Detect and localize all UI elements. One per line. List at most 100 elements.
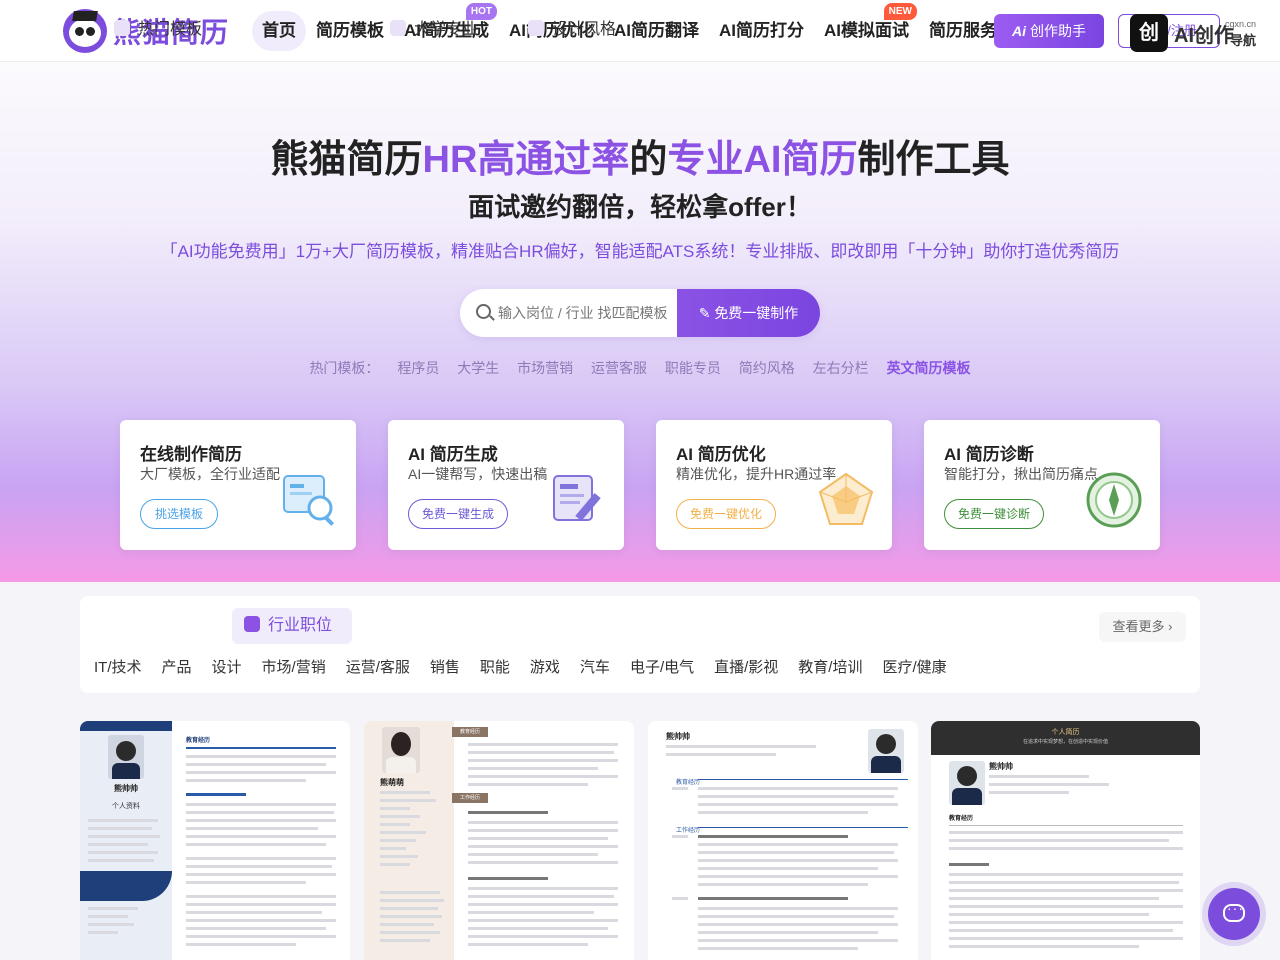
hot-tag[interactable]: 大学生 — [457, 360, 499, 376]
radar-chart-icon — [818, 472, 874, 525]
industry-item[interactable]: 直播/影视 — [714, 656, 778, 677]
chat-bubble-icon — [1223, 900, 1245, 922]
hero-title-part: 的 — [629, 139, 668, 181]
resume-template-card[interactable]: 个人简历 在追求中实现梦想，在创造中实现价值 熊帅帅 教育经历 — [931, 721, 1200, 960]
info-icon — [244, 616, 260, 632]
tab-label: 设计风格 — [552, 21, 617, 38]
hero-description: 「AI功能免费用」1万+大厂简历模板，精准贴合HR偏好，智能适配ATS系统！专业… — [160, 242, 1120, 261]
feature-card-online[interactable]: 在线制作简历 大厂模板，全行业适配 挑选模板 — [120, 420, 356, 550]
resume-section-title: 工作经历 — [676, 828, 701, 834]
industry-item[interactable]: 设计 — [212, 656, 242, 677]
industry-item[interactable]: IT/技术 — [94, 656, 142, 677]
resume-section-title: 教育经历 — [676, 780, 701, 786]
industry-item[interactable]: 电子/电气 — [630, 656, 694, 677]
industry-item[interactable]: 运营/客服 — [346, 656, 410, 677]
fire-icon — [114, 20, 130, 36]
watermark-sub: 导航 — [1229, 33, 1256, 48]
hot-tag[interactable]: 运营客服 — [591, 360, 647, 376]
free-diagnose-button[interactable]: 免费一键诊断 — [944, 499, 1044, 529]
feature-title: AI 简历生成 — [408, 445, 498, 464]
industry-item[interactable]: 产品 — [162, 656, 192, 677]
industry-item[interactable]: 市场/营销 — [262, 656, 326, 677]
ai-icon: Ai — [1012, 23, 1026, 39]
hot-tag-english[interactable]: 英文简历模板 — [887, 360, 971, 376]
hot-tag[interactable]: 市场营销 — [517, 360, 573, 376]
nav-ai-translate[interactable]: AI简历翻译 — [604, 11, 709, 51]
industry-list: IT/技术 产品 设计 市场/营销 运营/客服 销售 职能 游戏 汽车 电子/电… — [94, 656, 967, 677]
industry-item[interactable]: 销售 — [430, 656, 460, 677]
chat-support-button[interactable] — [1208, 888, 1260, 940]
hot-templates: 热门模板： 程序员 大学生 市场营销 运营客服 职能专员 简约风格 左右分栏 英… — [0, 358, 1280, 378]
search-icon — [476, 304, 491, 319]
nav-ai-score[interactable]: AI简历打分 — [709, 11, 814, 51]
hero-title-part: 制作工具 — [857, 139, 1010, 181]
resume-section-title: 教育经历 — [949, 816, 974, 822]
tab-major[interactable]: 大学专业 — [378, 12, 478, 48]
panda-logo-icon — [63, 9, 107, 53]
hero-title-part: 熊猫简历 — [270, 139, 423, 181]
free-optimize-button[interactable]: 免费一键优化 — [676, 499, 776, 529]
hot-tag[interactable]: 职能专员 — [665, 360, 721, 376]
industry-item[interactable]: 医疗/健康 — [882, 656, 946, 677]
feature-card-ai-generate[interactable]: AI 简历生成 AI一键帮写，快速出稿 免费一键生成 — [388, 420, 624, 550]
new-badge: NEW — [883, 3, 917, 20]
nav-home[interactable]: 首页 — [252, 11, 306, 51]
pick-template-button[interactable]: 挑选模板 — [140, 499, 218, 529]
resume-name: 熊萌萌 — [380, 778, 404, 787]
resume-template-card[interactable]: 熊帅帅 个人资料 教育经历 — [80, 721, 350, 960]
avatar — [382, 727, 420, 773]
hero-title-highlight: HR高通过率 — [422, 139, 630, 181]
avatar — [108, 735, 144, 779]
feature-desc: 精准优化，提升HR通过率 — [676, 466, 837, 482]
hot-tag[interactable]: 左右分栏 — [813, 360, 869, 376]
nav-ai-interview-label: AI模拟面试 — [824, 21, 909, 40]
nav-ai-interview[interactable]: AI模拟面试 NEW — [814, 3, 919, 51]
tab-label: 大学专业 — [414, 21, 479, 38]
resume-name: 熊帅帅 — [666, 732, 690, 741]
resume-section-title: 教育经历 — [452, 727, 488, 737]
graduation-cap-icon — [390, 20, 406, 36]
feature-card-ai-optimize[interactable]: AI 简历优化 精准优化，提升HR通过率 免费一键优化 — [656, 420, 892, 550]
industry-item[interactable]: 汽车 — [580, 656, 610, 677]
main-menu: 首页 简历模板 AI简历生成 HOT AI简历优化 AI简历翻译 AI简历打分 A… — [252, 3, 1007, 51]
industry-item[interactable]: 游戏 — [530, 656, 560, 677]
feature-card-ai-diagnose[interactable]: AI 简历诊断 智能打分，揪出简历痛点 免费一键诊断 — [924, 420, 1160, 550]
watermark-icon: 创 — [1130, 14, 1168, 52]
search-bar: ✎ 免费一键制作 — [460, 289, 820, 337]
hero-subtitle: 面试邀约翻倍，轻松拿offer！ — [468, 192, 812, 222]
resume-tagline: 在追求中实现梦想，在创造中实现价值 — [1022, 739, 1108, 745]
watermark-domain: cgxn.cn — [1224, 19, 1256, 29]
avatar — [868, 729, 904, 773]
creation-assistant-button[interactable]: Ai 创作助手 — [994, 14, 1104, 48]
feature-desc: 智能打分，揪出简历痛点 — [944, 466, 1098, 482]
tab-design-style[interactable]: 设计风格 — [516, 12, 616, 48]
assist-label: 创作助手 — [1030, 23, 1086, 39]
watermark-overlay: 创 AI创作 cgxn.cn 导航 — [1130, 13, 1268, 53]
resume-name: 熊帅帅 — [989, 762, 1013, 771]
view-more-button[interactable]: 查看更多 › — [1099, 612, 1186, 642]
industry-item[interactable]: 职能 — [480, 656, 510, 677]
free-create-button[interactable]: ✎ 免费一键制作 — [677, 289, 820, 337]
feature-title: 在线制作简历 — [140, 445, 242, 464]
tab-hot-templates[interactable]: 热门模板 — [102, 12, 202, 48]
resume-template-card[interactable]: 熊帅帅 教育经历 工作经历 — [648, 721, 918, 960]
hot-tag[interactable]: 程序员 — [397, 360, 439, 376]
resume-template-card[interactable]: 熊萌萌 教育经历 工作经历 — [364, 721, 634, 960]
tab-label: 行业职位 — [268, 617, 333, 634]
tab-industry[interactable]: 行业职位 — [232, 608, 353, 644]
hot-tag[interactable]: 简约风格 — [739, 360, 795, 376]
avatar — [949, 761, 985, 805]
resume-side-title: 个人资料 — [112, 803, 140, 810]
hero-title: 熊猫简历HR高通过率的专业AI简历制作工具 — [0, 128, 1280, 183]
feature-desc: 大厂模板，全行业适配 — [140, 466, 280, 482]
industry-item[interactable]: 教育/培训 — [798, 656, 862, 677]
resume-section-title: 工作经历 — [452, 793, 488, 803]
free-generate-button[interactable]: 免费一键生成 — [408, 499, 508, 529]
feature-title: AI 简历诊断 — [944, 445, 1034, 464]
hero-title-highlight: 专业AI简历 — [667, 139, 858, 181]
resume-name: 熊帅帅 — [114, 784, 138, 793]
document-edit-icon — [553, 475, 601, 522]
search-input[interactable] — [498, 301, 670, 325]
resume-header-title: 个人简历 — [1051, 729, 1080, 736]
compass-icon — [1086, 472, 1142, 528]
